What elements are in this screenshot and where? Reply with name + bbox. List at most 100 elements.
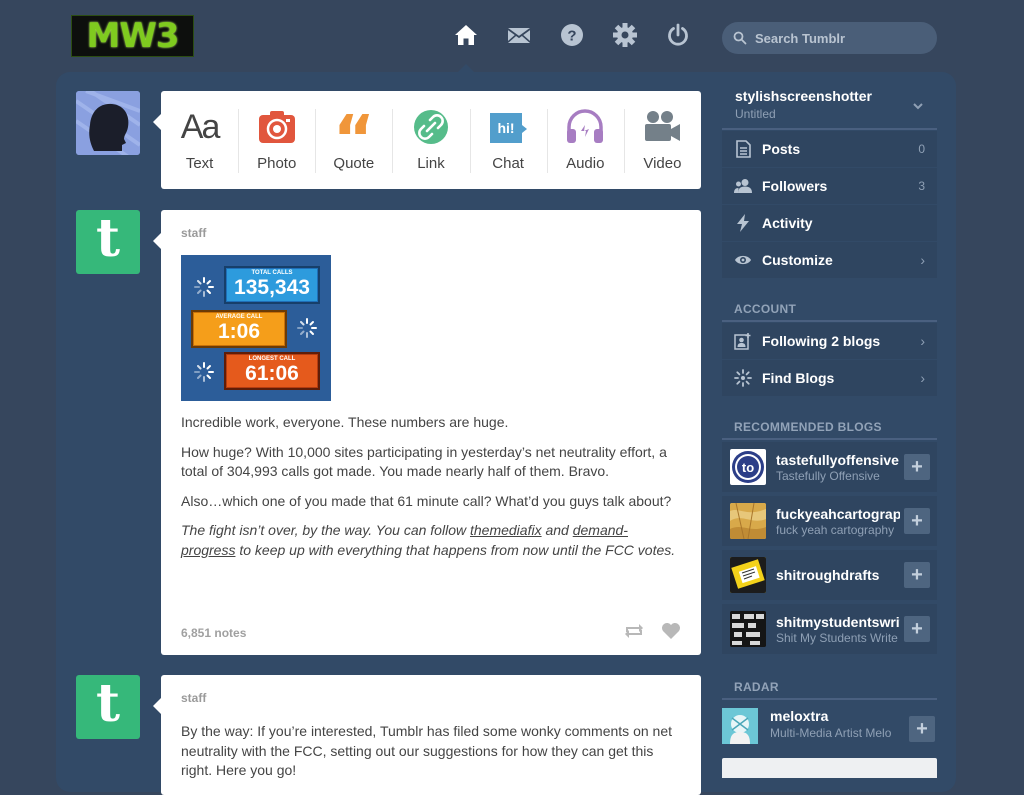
card-pointer [153,114,161,130]
recommended-blog-item[interactable]: shitroughdrafts + [722,550,937,600]
find-blogs-icon [734,369,752,387]
post-type-label: Link [417,155,445,172]
like-heart-icon[interactable] [661,622,681,640]
followers-icon [734,177,752,195]
recommended-blog-item[interactable]: to tastefullyoffensive Tastefully Offens… [722,442,937,492]
sidebar-item-label: Posts [762,141,801,157]
blog-avatar [730,557,766,593]
video-camera-icon [640,107,684,147]
blog-name: fuckyeahcartography [776,505,900,522]
mail-icon[interactable] [506,22,532,48]
radar-preview[interactable] [722,758,937,778]
sidebar-item-posts[interactable]: Posts 0 [722,131,937,167]
gear-icon[interactable] [612,22,638,48]
post-type-label: Audio [566,155,605,172]
notes-count[interactable]: 6,851 notes [181,626,246,640]
stat-value: 135,343 [234,276,310,299]
post-author[interactable]: staff [181,226,206,240]
follow-button[interactable]: + [909,716,935,742]
blog-avatar [730,611,766,647]
follow-button[interactable]: + [904,562,930,588]
search-input[interactable] [753,29,927,47]
themediafix-link[interactable]: themediafix [470,522,542,538]
blog-selector[interactable]: stylishscreenshotter Untitled [722,84,937,130]
tumblr-logo-icon: t [95,210,121,269]
section-title-radar: RADAR [734,680,779,694]
post-body: Incredible work, everyone. These numbers… [181,413,681,570]
post-type-video[interactable]: Video [623,91,701,189]
divider [722,320,937,322]
post-type-text[interactable]: Aa Text [161,91,238,189]
blog-name: stylishscreenshotter [735,88,872,104]
blog-avatar: to [730,449,766,485]
user-avatar[interactable] [76,91,140,155]
staff-avatar[interactable]: t [76,210,140,274]
post-body: By the way: If you’re interested, Tumblr… [181,722,681,791]
follow-button[interactable]: + [904,508,930,534]
sidebar-item-find-blogs[interactable]: Find Blogs › [722,360,937,396]
search-box[interactable] [722,22,937,54]
blog-name: meloxtra [770,708,829,724]
posts-icon [734,140,752,158]
post-image[interactable]: TOTAL CALLS 135,343 AVERAGE CALL 1:06 LO… [181,255,331,401]
help-icon[interactable]: ? [559,22,585,48]
nav-active-pointer [458,64,474,72]
recommended-blog-item[interactable]: shitmystudentswrite Shit My Students Wri… [722,604,937,654]
chevron-right-icon: › [920,252,925,268]
sidebar-item-label: Followers [762,178,828,194]
post-type-label: Text [185,155,214,172]
card-pointer [153,233,161,249]
post-type-chat[interactable]: hi! Chat [469,91,547,189]
tumblr-logo-icon: t [95,675,121,734]
lightning-icon [734,214,752,232]
reblog-icon[interactable] [623,622,645,640]
power-icon[interactable] [665,22,691,48]
divider [722,698,937,700]
follow-button[interactable]: + [904,454,930,480]
chevron-right-icon: › [920,370,925,386]
home-icon[interactable] [453,22,479,48]
blog-name: shitmystudentswrite [776,613,900,630]
sidebar-item-label: Customize [762,252,833,268]
blog-description: Shit My Students Write [776,630,898,645]
blog-description: Tastefully Offensive [776,468,880,483]
blog-description: Multi-Media Artist Melo [770,726,892,740]
sidebar-item-label: Find Blogs [762,370,835,386]
chevron-right-icon: › [920,333,925,349]
sidebar-item-following[interactable]: Following 2 blogs › [722,323,937,359]
quote-icon: “ [332,103,375,177]
sidebar-item-customize[interactable]: Customize › [722,242,937,278]
blog-avatar [722,708,758,744]
radar-blog-item[interactable]: meloxtra Multi-Media Artist Melo + [722,708,937,752]
post-type-selector: Aa Text Photo “ Quote Link hi! Chat Audi… [153,91,701,189]
sidebar-item-followers[interactable]: Followers 3 [722,168,937,204]
chevron-down-icon [913,98,923,110]
blog-title: Untitled [735,107,776,121]
post-type-link[interactable]: Link [392,91,469,189]
follow-button[interactable]: + [904,616,930,642]
sidebar-item-label: Following 2 blogs [762,333,881,349]
blog-name: tastefullyoffensive [776,451,899,468]
sidebar-item-label: Activity [762,215,813,231]
divider [722,438,937,440]
site-logo[interactable]: MW3 [71,15,194,57]
post-author[interactable]: staff [181,691,206,705]
link-icon [409,107,453,147]
recommended-blog-item[interactable]: fuckyeahcartography fuck yeah cartograph… [722,496,937,546]
post-paragraph: Incredible work, everyone. These numbers… [181,414,509,430]
post-type-label: Photo [257,155,297,172]
stat-value: 61:06 [245,362,299,385]
top-bar: MW3 ? [0,0,1024,72]
post-type-audio[interactable]: Audio [546,91,624,189]
chat-icon: hi! [486,107,530,147]
staff-avatar[interactable]: t [76,675,140,739]
following-icon [734,332,752,350]
headphones-icon [563,107,607,147]
post-type-photo[interactable]: Photo [238,91,315,189]
post-card: staff TOTAL CALLS 135,343 AVERAGE CALL 1… [153,210,701,655]
sidebar-item-activity[interactable]: Activity [722,205,937,241]
post-type-quote[interactable]: “ Quote [315,91,392,189]
svg-text:hi!: hi! [498,120,515,136]
post-type-label: Quote [333,155,375,172]
card-pointer [153,698,161,714]
